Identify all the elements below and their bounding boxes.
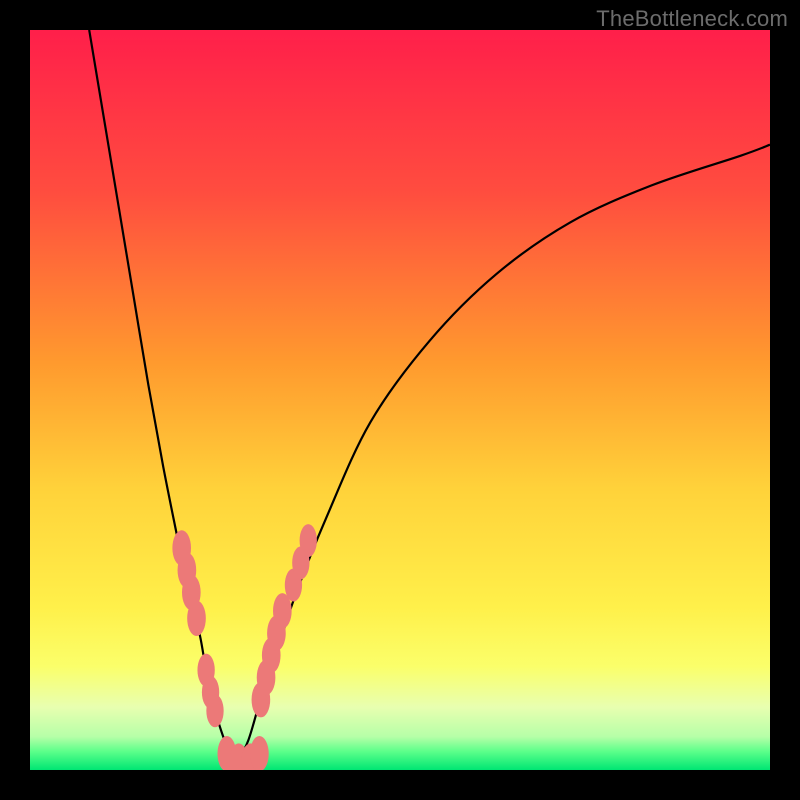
data-marker bbox=[300, 524, 317, 557]
chart-frame: TheBottleneck.com bbox=[0, 0, 800, 800]
plot-area bbox=[30, 30, 770, 770]
watermark-text: TheBottleneck.com bbox=[596, 6, 788, 32]
right-curve bbox=[237, 145, 770, 763]
marker-group bbox=[172, 524, 317, 770]
curves-layer bbox=[30, 30, 770, 770]
data-marker bbox=[187, 601, 206, 636]
data-marker bbox=[206, 694, 223, 727]
left-curve bbox=[89, 30, 237, 763]
data-marker bbox=[250, 736, 269, 770]
